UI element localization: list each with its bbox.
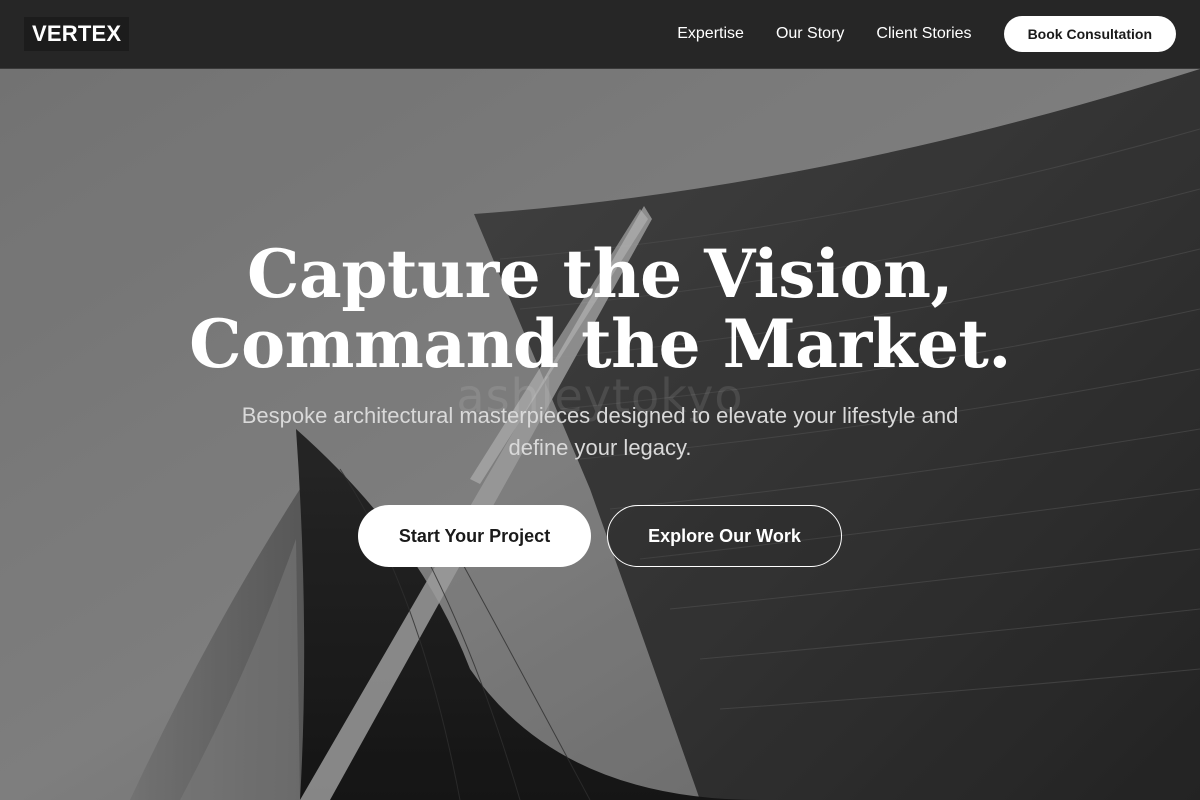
hero-headline-line1: Capture the Vision, — [247, 235, 953, 313]
nav-link-expertise[interactable]: Expertise — [677, 25, 744, 43]
hero-subheadline-line1: Bespoke architectural masterpieces desig… — [241, 403, 959, 428]
hero-subheadline-line2: define your legacy. — [508, 435, 692, 460]
nav-link-client-stories[interactable]: Client Stories — [876, 25, 971, 43]
hero-content: ashleytokyo Capture the Vision, Command … — [0, 69, 1200, 800]
hero-headline-line2: Command the Market. — [189, 305, 1011, 383]
explore-our-work-button[interactable]: Explore Our Work — [607, 505, 842, 567]
brand-logo[interactable]: VERTEX — [24, 17, 130, 51]
top-navbar: VERTEX Expertise Our Story Client Storie… — [0, 0, 1200, 69]
nav-menu: Expertise Our Story Client Stories Book … — [677, 16, 1176, 52]
nav-link-our-story[interactable]: Our Story — [776, 25, 844, 43]
book-consultation-button[interactable]: Book Consultation — [1003, 16, 1176, 52]
start-your-project-button[interactable]: Start Your Project — [358, 505, 591, 567]
hero-section: ashleytokyo Capture the Vision, Command … — [0, 69, 1200, 800]
